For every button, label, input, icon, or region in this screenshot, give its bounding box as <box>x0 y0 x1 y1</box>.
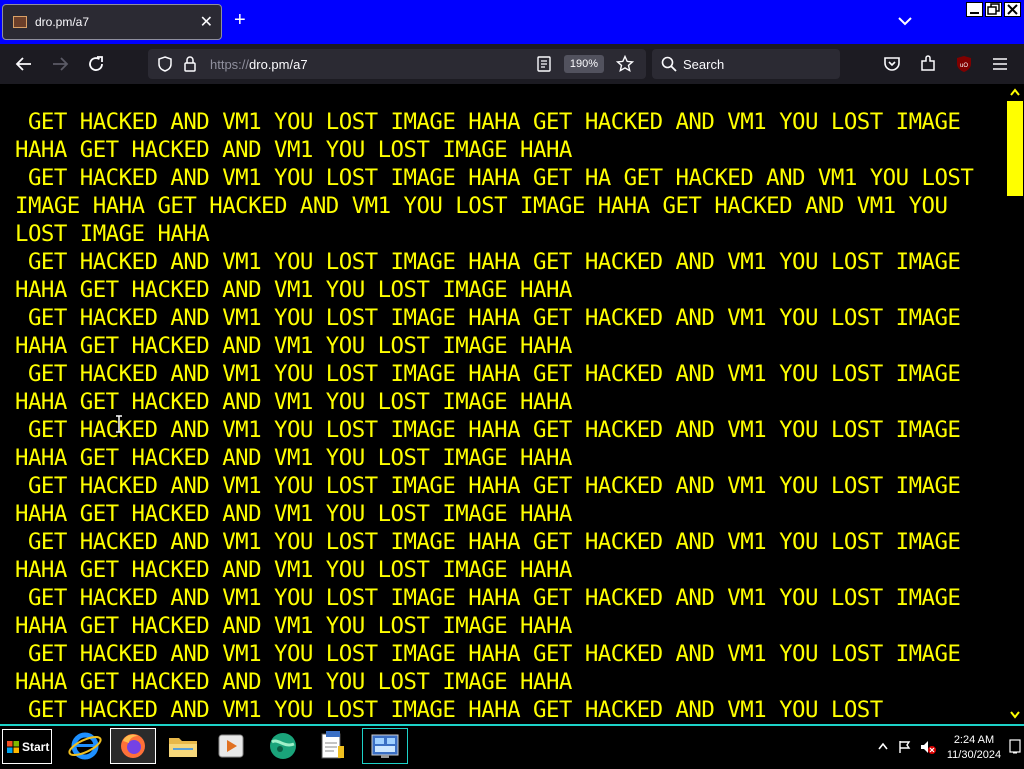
new-tab-button[interactable]: + <box>234 10 246 30</box>
taskbar: Start 2:24 AM 11/30/2024 <box>0 724 1024 768</box>
action-center-flag-icon[interactable] <box>897 739 913 755</box>
windows-flag-icon <box>7 741 19 753</box>
reload-icon[interactable] <box>86 54 106 74</box>
show-hidden-icons-chevron-icon[interactable] <box>878 740 888 752</box>
close-window-button[interactable] <box>1004 2 1021 17</box>
file-explorer-icon <box>169 738 197 757</box>
taskbar-control-panel[interactable] <box>362 728 408 764</box>
forward-arrow-icon[interactable] <box>50 54 70 74</box>
url-protocol: https:// <box>210 57 250 72</box>
notepad-icon <box>321 731 344 759</box>
taskbar-globe-browser[interactable] <box>260 728 306 764</box>
search-bar[interactable]: Search <box>652 49 840 79</box>
scrollbar-thumb[interactable] <box>1007 101 1023 196</box>
taskbar-media-player[interactable] <box>208 728 254 764</box>
clock-date[interactable]: 11/30/2024 <box>939 749 1009 761</box>
start-label: Start <box>22 740 50 754</box>
internet-explorer-icon <box>68 732 102 760</box>
start-button[interactable]: Start <box>2 729 52 764</box>
bookmark-star-icon[interactable] <box>616 55 634 73</box>
tab-strip: dro.pm/a7 ✕ + <box>0 0 1024 44</box>
back-arrow-icon[interactable] <box>14 54 34 74</box>
text-cursor-ibeam-icon <box>116 415 122 433</box>
browser-window: dro.pm/a7 ✕ + https://dro.pm/a7 190% Sea… <box>0 0 1024 768</box>
restore-button[interactable] <box>985 2 1002 17</box>
zoom-level-badge[interactable]: 190% <box>564 55 604 73</box>
taskbar-firefox[interactable] <box>110 728 156 764</box>
tab-dro-pm[interactable]: dro.pm/a7 ✕ <box>2 4 222 40</box>
volume-muted-icon[interactable] <box>919 739 937 755</box>
hacked-message-text: GET HACKED AND VM1 YOU LOST IMAGE HAHA G… <box>15 109 974 723</box>
taskbar-internet-explorer[interactable] <box>62 728 108 764</box>
navigation-toolbar: https://dro.pm/a7 190% Search uO <box>0 44 1024 84</box>
tracking-protection-shield-icon[interactable] <box>156 55 174 73</box>
url-text[interactable]: https://dro.pm/a7 <box>210 57 308 72</box>
taskbar-file-explorer[interactable] <box>160 728 206 764</box>
search-placeholder: Search <box>683 57 725 72</box>
page-content[interactable]: GET HACKED AND VM1 YOU LOST IMAGE HAHA G… <box>0 84 1006 724</box>
browser-globe-icon <box>270 733 296 759</box>
ublock-origin-icon[interactable]: uO <box>954 54 974 74</box>
lock-icon[interactable] <box>182 55 198 73</box>
control-panel-icon <box>371 734 399 758</box>
clock-time[interactable]: 2:24 AM <box>939 734 1009 746</box>
reader-view-icon[interactable] <box>536 56 552 72</box>
vertical-scrollbar[interactable] <box>1006 84 1024 724</box>
system-tray: 2:24 AM 11/30/2024 <box>873 728 1024 766</box>
tab-close-icon[interactable]: ✕ <box>200 12 213 32</box>
scroll-down-arrow-icon[interactable] <box>1010 711 1020 719</box>
svg-text:uO: uO <box>960 63 968 69</box>
firefox-icon <box>121 734 145 758</box>
pocket-icon[interactable] <box>882 54 902 74</box>
scroll-up-arrow-icon[interactable] <box>1010 88 1020 96</box>
url-host: dro.pm/a7 <box>249 57 308 72</box>
search-icon <box>661 56 677 72</box>
minimize-button[interactable] <box>966 2 983 17</box>
list-all-tabs-chevron-icon[interactable] <box>896 12 914 30</box>
extensions-puzzle-icon[interactable] <box>918 54 938 74</box>
hamburger-menu-icon[interactable] <box>990 54 1010 74</box>
tab-title: dro.pm/a7 <box>35 15 90 29</box>
address-bar[interactable]: https://dro.pm/a7 190% <box>148 49 646 79</box>
show-desktop-icon[interactable] <box>1008 738 1022 756</box>
site-favicon-icon <box>13 16 27 28</box>
media-player-icon <box>218 734 244 758</box>
taskbar-notepad[interactable] <box>310 728 356 764</box>
